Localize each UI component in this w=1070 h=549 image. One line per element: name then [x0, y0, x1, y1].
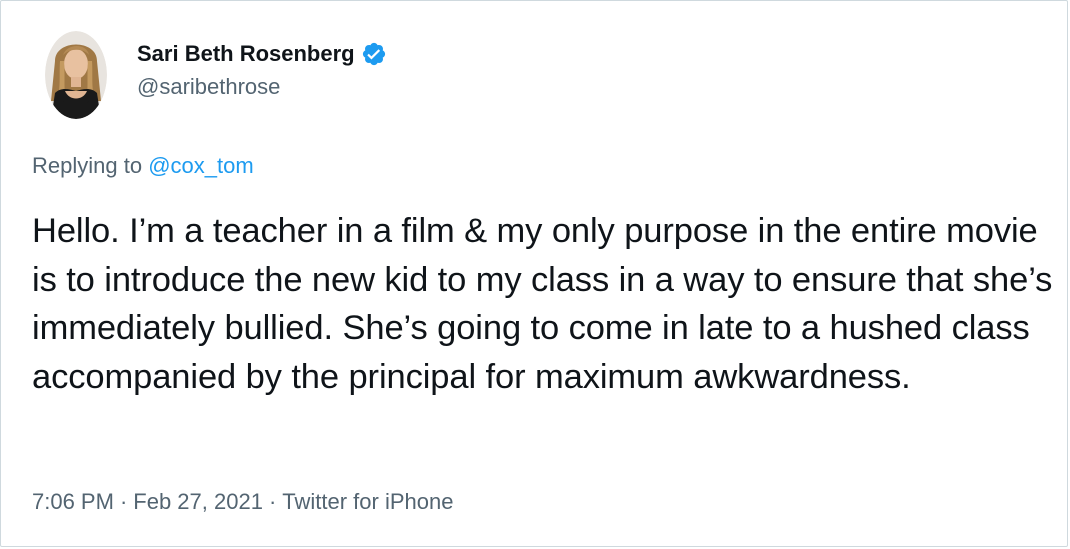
replying-to: Replying to @cox_tom — [32, 151, 254, 181]
tweet-text: Hello. I’m a teacher in a film & my only… — [32, 212, 1053, 396]
display-name[interactable]: Sari Beth Rosenberg — [137, 40, 355, 68]
meta-separator: · — [119, 489, 128, 514]
tweet-date[interactable]: Feb 27, 2021 — [133, 489, 263, 514]
tweet-card: Sari Beth Rosenberg @saribethrose Replyi… — [0, 0, 1068, 547]
user-handle[interactable]: @saribethrose — [137, 72, 387, 102]
avatar-image — [45, 31, 107, 119]
tweet-time[interactable]: 7:06 PM — [32, 489, 114, 514]
verified-badge-icon — [361, 41, 387, 67]
tweet-meta: 7:06 PM · Feb 27, 2021 · Twitter for iPhone — [32, 487, 453, 517]
author-info: Sari Beth Rosenberg @saribethrose — [137, 40, 387, 102]
avatar[interactable] — [45, 31, 107, 119]
meta-separator: · — [268, 489, 277, 514]
tweet-source[interactable]: Twitter for iPhone — [282, 489, 453, 514]
reply-to-handle-link[interactable]: @cox_tom — [148, 153, 253, 178]
name-row: Sari Beth Rosenberg — [137, 40, 387, 68]
tweet-header: Sari Beth Rosenberg @saribethrose — [45, 31, 387, 119]
replying-to-label: Replying to — [32, 153, 143, 178]
